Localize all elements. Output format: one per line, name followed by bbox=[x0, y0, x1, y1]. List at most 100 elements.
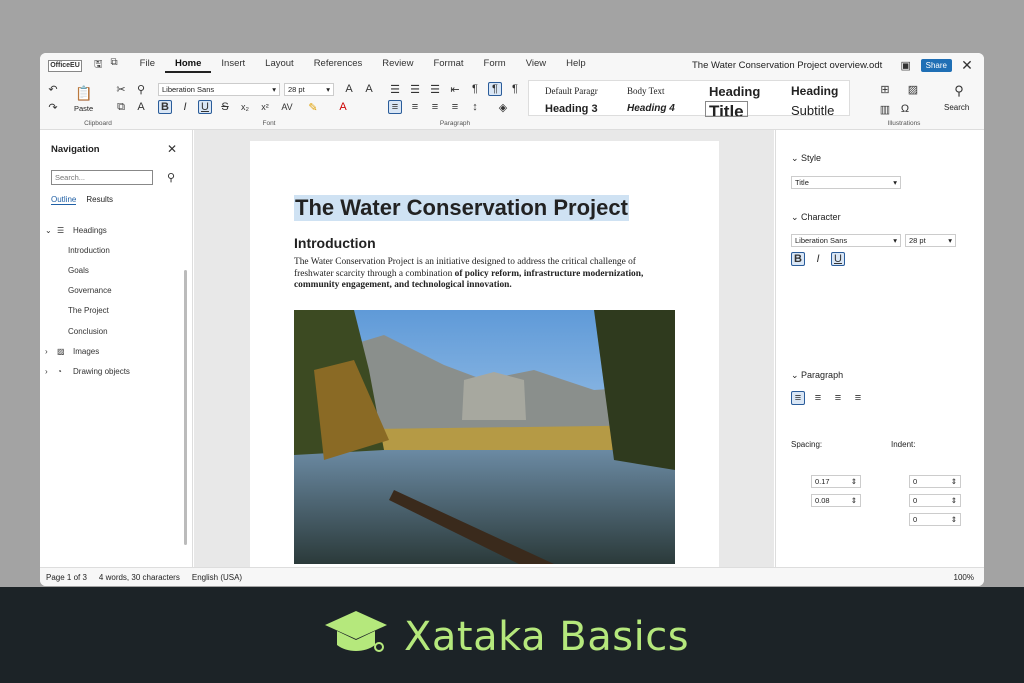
side-underline-button[interactable]: U bbox=[831, 252, 845, 266]
cut-icon[interactable]: ✂ bbox=[114, 82, 128, 96]
style-default[interactable]: Default Paragr bbox=[545, 86, 598, 96]
spacing-above-input[interactable]: 0.17 ⇕ bbox=[811, 475, 861, 488]
align-left-icon[interactable]: ≡ bbox=[388, 100, 402, 114]
language-select[interactable]: English (USA) bbox=[192, 573, 242, 582]
format-painter-icon[interactable]: ⚲ bbox=[134, 82, 148, 96]
spacing-icon[interactable]: AV bbox=[280, 100, 294, 114]
tree-drawing[interactable]: › ◔ Drawing objects bbox=[45, 361, 130, 381]
tree-item[interactable]: Governance bbox=[45, 281, 130, 301]
bold-button[interactable]: B bbox=[158, 100, 172, 114]
copy-icon[interactable]: ⧉ bbox=[114, 100, 128, 114]
shading-icon[interactable]: ◈ bbox=[496, 100, 510, 114]
clear-format-icon[interactable]: A bbox=[134, 100, 148, 114]
side-align-center-icon[interactable]: ≡ bbox=[811, 391, 825, 405]
tree-item[interactable]: The Project bbox=[45, 301, 130, 321]
menu-format[interactable]: Format bbox=[423, 58, 473, 73]
style-select[interactable]: Title ▾ bbox=[791, 176, 901, 189]
strike-button[interactable]: S bbox=[218, 100, 232, 114]
font-color-icon[interactable]: A bbox=[336, 100, 350, 114]
tree-item[interactable]: Goals bbox=[45, 260, 130, 280]
superscript-button[interactable]: x² bbox=[258, 100, 272, 114]
doc-paragraph[interactable]: The Water Conservation Project is an ini… bbox=[294, 257, 654, 292]
search-icon[interactable]: ⚲ bbox=[952, 83, 966, 98]
tree-item[interactable]: Introduction bbox=[45, 240, 130, 260]
panel-icon[interactable]: ▣ bbox=[899, 58, 913, 72]
highlight-icon[interactable]: ✎ bbox=[306, 100, 320, 114]
landscape-photo[interactable] bbox=[294, 310, 675, 564]
doc-heading[interactable]: Introduction bbox=[294, 235, 376, 251]
nav-search-input[interactable]: Search... bbox=[51, 170, 153, 185]
size-select[interactable]: 28 pt ▾ bbox=[284, 83, 334, 96]
close-icon[interactable]: ✕ bbox=[165, 142, 179, 156]
menu-file[interactable]: File bbox=[130, 58, 165, 73]
nav-scrollbar[interactable] bbox=[184, 270, 187, 545]
tree-images[interactable]: › ▨ Images bbox=[45, 341, 130, 361]
redo-icon[interactable]: ↷ bbox=[46, 100, 60, 114]
indent-before-input[interactable]: 0 ⇕ bbox=[909, 475, 961, 488]
multilevel-icon[interactable]: ☰ bbox=[428, 82, 442, 96]
bullets-icon[interactable]: ☰ bbox=[388, 82, 402, 96]
style-body[interactable]: Body Text bbox=[627, 86, 664, 96]
search-icon[interactable]: ⚲ bbox=[164, 170, 178, 184]
indent-first-input[interactable]: 0 ⇕ bbox=[909, 513, 961, 526]
style-subtitle[interactable]: Subtitle bbox=[791, 103, 834, 118]
shapes-icon[interactable]: ▥ bbox=[878, 102, 892, 116]
menu-view[interactable]: View bbox=[516, 58, 556, 73]
undo-icon[interactable]: ↶ bbox=[46, 82, 60, 96]
style-heading3[interactable]: Heading 3 bbox=[545, 103, 598, 115]
align-right-icon[interactable]: ≡ bbox=[428, 100, 442, 114]
justify-icon[interactable]: ≡ bbox=[448, 100, 462, 114]
save-icon[interactable]: 🖫 bbox=[94, 57, 103, 74]
side-align-left-icon[interactable]: ≡ bbox=[791, 391, 805, 405]
close-icon[interactable]: ✕ bbox=[960, 57, 974, 73]
tree-item[interactable]: Conclusion bbox=[45, 321, 130, 341]
special-char-icon[interactable]: Ω bbox=[898, 102, 912, 116]
side-bold-button[interactable]: B bbox=[791, 252, 805, 266]
grow-font-icon[interactable]: A bbox=[342, 82, 356, 96]
shrink-font-icon[interactable]: A bbox=[362, 82, 376, 96]
menu-layout[interactable]: Layout bbox=[255, 58, 304, 73]
indent-after-input[interactable]: 0 ⇕ bbox=[909, 494, 961, 507]
search-label[interactable]: Search bbox=[944, 103, 969, 112]
subscript-button[interactable]: x₂ bbox=[238, 100, 252, 114]
spacing-below-input[interactable]: 0.08 ⇕ bbox=[811, 494, 861, 507]
style-heading4[interactable]: Heading 4 bbox=[627, 103, 675, 114]
document-page[interactable]: The Water Conservation Project Introduct… bbox=[250, 141, 719, 571]
menu-review[interactable]: Review bbox=[372, 58, 423, 73]
style-section[interactable]: ⌄ Style bbox=[791, 153, 821, 164]
align-center-icon[interactable]: ≡ bbox=[408, 100, 422, 114]
side-font-select[interactable]: Liberation Sans ▾ bbox=[791, 234, 901, 247]
doc-title[interactable]: The Water Conservation Project bbox=[294, 195, 629, 221]
menu-references[interactable]: References bbox=[304, 58, 373, 73]
style-title[interactable]: Title bbox=[705, 101, 748, 117]
style-heading[interactable]: Heading bbox=[709, 84, 760, 99]
zoom-level[interactable]: 100% bbox=[954, 573, 974, 582]
outdent-icon[interactable]: ⇤ bbox=[448, 82, 462, 96]
line-spacing-icon[interactable]: ↕ bbox=[468, 100, 482, 114]
ltr-icon[interactable]: ¶ bbox=[488, 82, 502, 96]
style-heading-x[interactable]: Heading bbox=[791, 84, 838, 98]
tab-outline[interactable]: Outline bbox=[51, 195, 77, 205]
font-select[interactable]: Liberation Sans ▾ bbox=[158, 83, 280, 96]
side-justify-icon[interactable]: ≡ bbox=[851, 391, 865, 405]
side-size-select[interactable]: 28 pt ▾ bbox=[905, 234, 956, 247]
share-button[interactable]: Share bbox=[920, 58, 952, 72]
menu-help[interactable]: Help bbox=[556, 58, 596, 73]
table-icon[interactable]: ⊞ bbox=[878, 82, 892, 96]
side-italic-button[interactable]: I bbox=[811, 252, 825, 266]
tab-results[interactable]: Results bbox=[86, 195, 113, 205]
character-section[interactable]: ⌄ Character bbox=[791, 212, 841, 223]
open-icon[interactable]: ⧉ bbox=[111, 57, 118, 74]
paste-label[interactable]: Paste bbox=[74, 104, 93, 113]
paragraph-section[interactable]: ⌄ Paragraph bbox=[791, 370, 843, 381]
tree-headings[interactable]: ⌄ ☰ Headings bbox=[45, 220, 130, 240]
paste-icon[interactable]: 📋 bbox=[75, 85, 92, 101]
underline-button[interactable]: U bbox=[198, 100, 212, 114]
rtl-icon[interactable]: ¶ bbox=[508, 82, 522, 96]
image-icon[interactable]: ▨ bbox=[906, 82, 920, 96]
menu-form[interactable]: Form bbox=[474, 58, 516, 73]
menu-insert[interactable]: Insert bbox=[211, 58, 255, 73]
pilcrow-icon[interactable]: ¶ bbox=[468, 82, 482, 96]
side-align-right-icon[interactable]: ≡ bbox=[831, 391, 845, 405]
menu-home[interactable]: Home bbox=[164, 58, 212, 73]
